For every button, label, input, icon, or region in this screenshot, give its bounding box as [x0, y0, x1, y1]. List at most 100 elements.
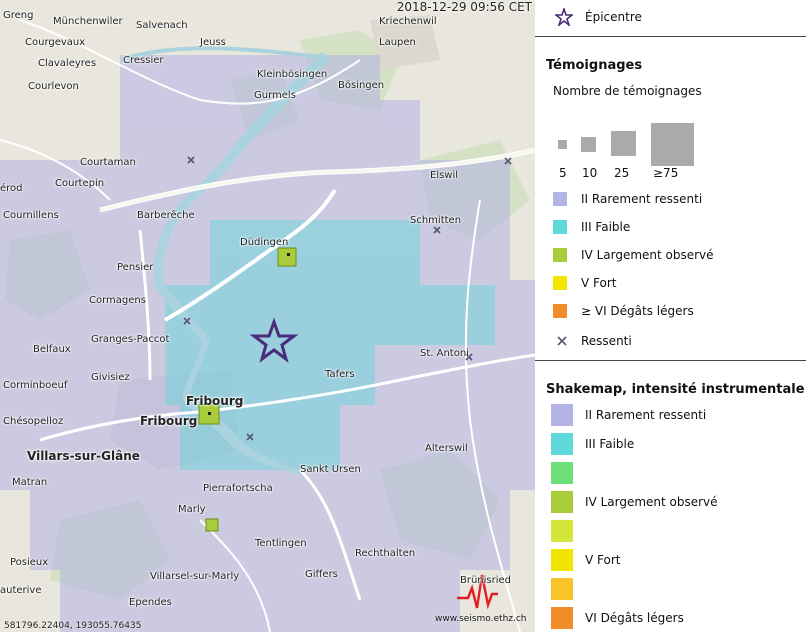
legend-divider: [535, 36, 806, 37]
legend-swatch: [551, 491, 573, 513]
place-label: Tafers: [325, 369, 355, 380]
place-label: Belfaux: [33, 344, 71, 355]
shakemap-title: Shakemap, intensité instrumentale: [546, 382, 805, 397]
testimonies-subtitle: Nombre de témoignages: [553, 84, 702, 98]
legend-swatch: [551, 404, 573, 426]
place-label: érod: [0, 183, 23, 194]
place-label: Barberêche: [137, 210, 195, 221]
size-square-25: [611, 131, 636, 156]
place-label: Pensier: [117, 262, 154, 273]
place-label: Villars-sur-Glâne: [27, 449, 140, 463]
place-label: Marly: [178, 504, 206, 515]
shakemap-legend-item: II Rarement ressenti: [551, 404, 706, 426]
place-label: Corminboeuf: [3, 380, 68, 391]
place-label: Schmitten: [410, 215, 462, 226]
legend-item-label: ≥ VI Dégâts légers: [581, 304, 694, 318]
place-label: Cormagens: [89, 295, 146, 306]
cross-icon: [553, 332, 571, 350]
shakemap-legend-item: [551, 520, 585, 542]
shakemap-legend-item: V Fort: [551, 549, 620, 571]
place-label: Sankt Ursen: [300, 464, 361, 475]
place-label: Elswil: [430, 170, 459, 181]
place-label: Courlevon: [28, 81, 79, 92]
legend-item-label: V Fort: [585, 553, 621, 567]
shakemap-legend-item: [551, 462, 585, 484]
place-label: Ependes: [129, 597, 172, 608]
legend-swatch: [551, 462, 573, 484]
cursor-coordinates: 581796.22404, 193055.76435: [4, 621, 142, 631]
size-square-10: [581, 137, 596, 152]
size-square-5: [558, 140, 567, 149]
legend-panel: Épicentre Témoignages Nombre de témoigna…: [535, 0, 806, 632]
size-label-10: 10: [582, 166, 598, 180]
place-label: Salvenach: [136, 20, 188, 31]
size-square-75: [651, 123, 694, 166]
place-label: Posieux: [10, 557, 49, 568]
size-label-5: 5: [559, 166, 567, 180]
legend-item-label: III Faible: [585, 437, 635, 451]
place-label: Pierrafortscha: [203, 483, 273, 494]
place-label: St. Antoni: [420, 348, 469, 359]
size-label-75: ≥75: [653, 166, 679, 180]
legend-swatch: [551, 549, 573, 571]
legend-swatch: [553, 192, 567, 206]
legend-swatch: [553, 276, 567, 290]
place-label: Givisiez: [91, 372, 130, 383]
place-label: Kleinbösingen: [257, 69, 328, 80]
map-panel[interactable]: 2018-12-29 09:56 CET Greng Münchenwiler Sa…: [0, 0, 535, 632]
map-timestamp: 2018-12-29 09:56 CET: [396, 0, 532, 14]
place-label: Kriechenwil: [379, 16, 437, 27]
legend-swatch: [553, 304, 567, 318]
place-label: Alterswil: [425, 443, 468, 454]
testimony-legend-item: III Faible: [553, 220, 630, 234]
legend-item-label: III Faible: [581, 220, 631, 234]
place-label: Fribourg: [186, 394, 244, 408]
size-label-25: 25: [614, 166, 630, 180]
place-label: Rechthalten: [355, 548, 416, 559]
testimony-square-marly: [205, 518, 219, 532]
legend-swatch: [551, 578, 573, 600]
legend-item-label: IV Largement observé: [581, 248, 714, 262]
place-label: Jeuss: [200, 37, 226, 48]
place-label: Granges-Paccot: [91, 334, 170, 345]
place-label: Courgevaux: [25, 37, 86, 48]
place-label: Chésopelloz: [3, 416, 64, 427]
place-label: Bösingen: [338, 80, 385, 91]
shakemap-legend-item: III Faible: [551, 433, 634, 455]
shakemap-legend-item: [551, 578, 585, 600]
place-label: auterive: [0, 585, 42, 596]
legend-divider-2: [535, 360, 806, 361]
legend-swatch: [553, 220, 567, 234]
place-label: Greng: [3, 10, 34, 21]
legend-epicentre-label: Épicentre: [585, 10, 642, 24]
place-label: Cressier: [123, 55, 164, 66]
shakemap-legend-item: IV Largement observé: [551, 491, 718, 513]
place-label: Giffers: [305, 569, 338, 580]
legend-swatch: [551, 520, 573, 542]
legend-item-label: Ressenti: [581, 334, 632, 348]
place-label: Courtepin: [55, 178, 105, 189]
testimony-square-dudingen: [277, 247, 297, 267]
legend-swatch: [553, 248, 567, 262]
place-label: Fribourg: [140, 414, 198, 428]
place-label: Tentlingen: [255, 538, 307, 549]
seismo-logo-url[interactable]: www.seismo.ethz.ch: [435, 614, 527, 624]
place-label: Cournillens: [3, 210, 59, 221]
legend-swatch: [551, 607, 573, 629]
shakemap-legend-item: VI Dégâts légers: [551, 607, 684, 629]
testimony-legend-item: IV Largement observé: [553, 248, 714, 262]
testimony-legend-item: V Fort: [553, 276, 616, 290]
place-label: Villarsel-sur-Marly: [150, 571, 240, 582]
legend-epicentre: Épicentre: [555, 8, 642, 26]
place-label: Düdingen: [240, 237, 289, 248]
legend-item-label: IV Largement observé: [585, 495, 718, 509]
legend-item-label: VI Dégâts légers: [585, 611, 684, 625]
legend-item-label: V Fort: [581, 276, 617, 290]
place-label: Clavaleyres: [38, 58, 97, 69]
place-label: Brünisried: [460, 575, 512, 586]
place-label: Courtaman: [80, 157, 136, 168]
star-icon: [555, 8, 573, 26]
legend-item-label: II Rarement ressenti: [581, 192, 703, 206]
testimony-legend-item: II Rarement ressenti: [553, 192, 702, 206]
place-label: Matran: [12, 477, 48, 488]
